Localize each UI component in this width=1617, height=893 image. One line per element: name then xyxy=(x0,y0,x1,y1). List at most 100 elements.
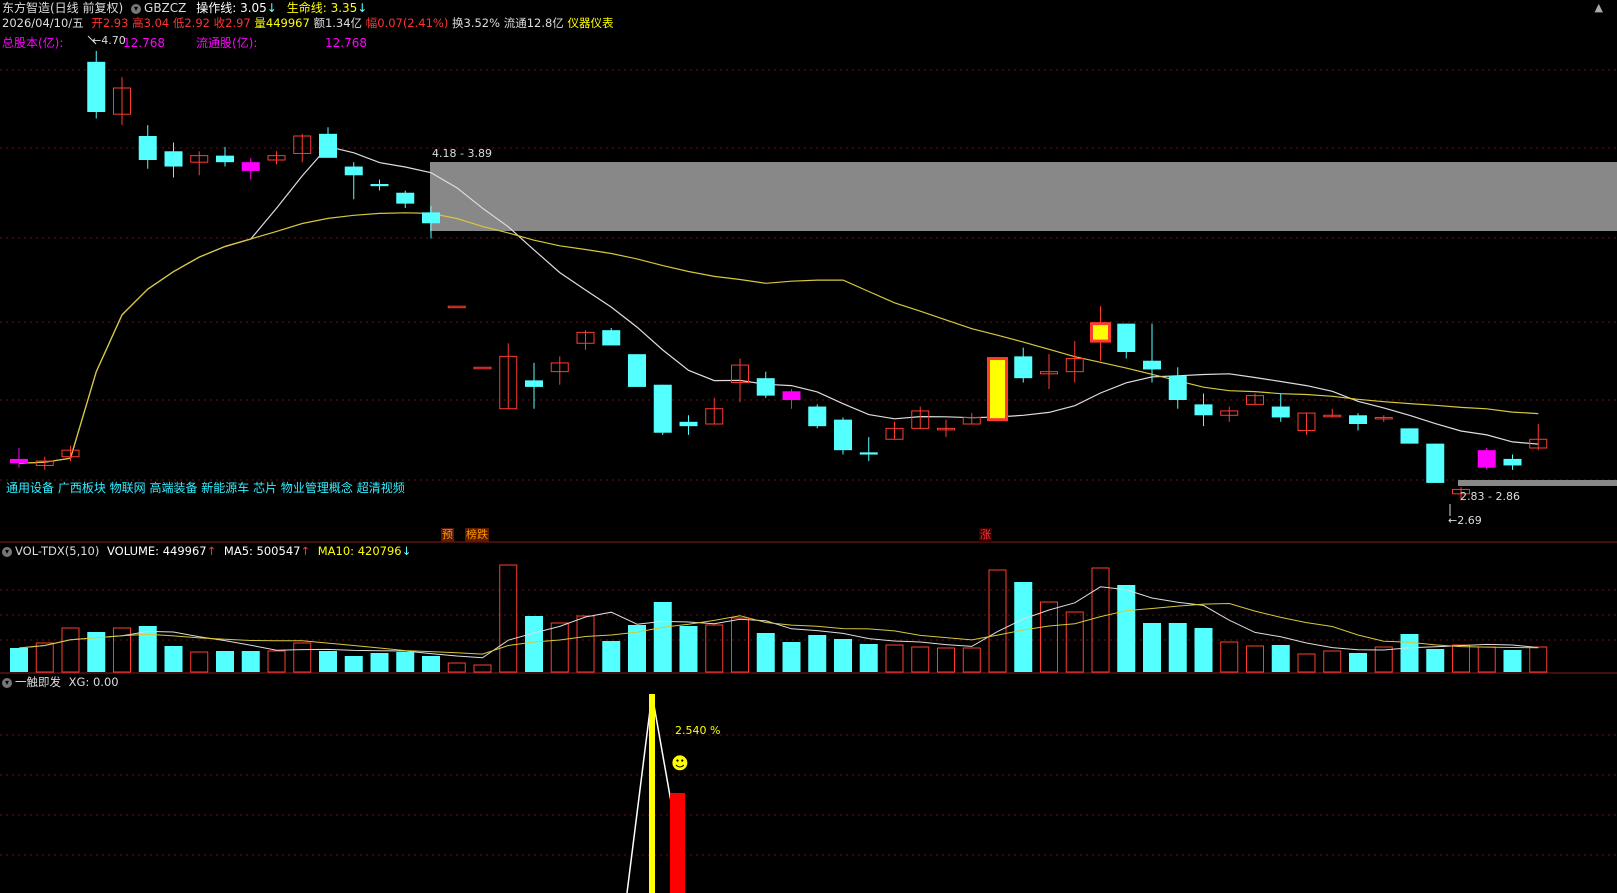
volume-bar xyxy=(319,651,337,672)
volume-bar xyxy=(525,616,543,672)
volume-bar xyxy=(35,642,54,673)
volume-bar xyxy=(1143,623,1161,672)
volume-bar xyxy=(1349,653,1367,672)
volume-arrow-icon: ↑ xyxy=(206,544,217,558)
volume-bar xyxy=(422,656,440,672)
volume-bar xyxy=(370,653,389,672)
signal-header: ▾ 一触即发 XG: 0.00 xyxy=(2,675,119,689)
volume-bar xyxy=(447,662,466,673)
volume-bar xyxy=(1220,641,1239,673)
tag-up[interactable]: 涨 xyxy=(979,528,992,542)
volume-bar xyxy=(962,647,981,673)
candle-body xyxy=(473,366,492,370)
volume-bar xyxy=(190,651,209,673)
ma5-value: 500547 xyxy=(256,544,301,558)
candle-body xyxy=(1194,404,1213,416)
candle-body xyxy=(344,166,363,176)
signal-red-bar xyxy=(670,793,685,893)
resistance-zone xyxy=(430,162,1617,231)
candle-body xyxy=(422,212,440,224)
candle-body xyxy=(653,384,672,433)
volume-bar xyxy=(756,633,775,672)
candle-body xyxy=(1477,450,1496,468)
candle-body xyxy=(10,458,28,464)
volume-bar xyxy=(834,639,852,672)
volume-bar xyxy=(1117,585,1136,672)
candle-body xyxy=(370,184,389,187)
volume-bar xyxy=(1271,645,1290,672)
candle-body xyxy=(1168,376,1187,400)
volume-bar xyxy=(911,646,930,673)
volume-ma-lines xyxy=(18,586,1539,659)
candle-body xyxy=(1014,356,1033,379)
volume-bar xyxy=(705,624,724,673)
signal-indicator-name[interactable]: 一触即发 xyxy=(15,675,61,689)
candlesticks xyxy=(10,50,1548,501)
ma10-value: 420796 xyxy=(357,544,402,558)
candle-body xyxy=(87,61,106,112)
volume-bar xyxy=(859,644,878,672)
volume-bar xyxy=(550,622,569,673)
volume-bar xyxy=(216,651,234,672)
signal-percent: 2.540 % xyxy=(675,724,721,737)
ma-yellow-line xyxy=(18,212,1539,464)
tag-pre[interactable]: 预 xyxy=(441,528,454,542)
candle-body xyxy=(808,406,827,427)
volume-bar xyxy=(1091,567,1110,673)
candle-body xyxy=(1271,406,1290,418)
candle-body xyxy=(628,354,646,387)
candle-body xyxy=(1117,323,1136,352)
volume-bar xyxy=(731,617,749,673)
volume-bar xyxy=(61,627,80,673)
candle-body xyxy=(216,155,234,163)
volume-bar xyxy=(808,635,827,672)
volume-bar xyxy=(576,615,595,673)
candle-body xyxy=(679,421,698,427)
dropdown-circle-icon[interactable]: ▾ xyxy=(2,677,12,688)
volume-bar xyxy=(1477,646,1496,673)
volume-header: ▾ VOL-TDX(5,10) VOLUME: 449967↑ MA5: 5005… xyxy=(2,544,411,558)
ma10-arrow-icon: ↓ xyxy=(401,544,412,558)
volume-label: VOLUME: xyxy=(107,544,160,558)
volume-bar xyxy=(499,564,518,673)
ma10-label: MA10: xyxy=(317,544,355,558)
volume-bar xyxy=(1400,634,1419,672)
volume-bar xyxy=(164,646,183,672)
candle-body xyxy=(396,192,415,204)
candle-body xyxy=(1090,322,1111,343)
candle-body xyxy=(525,380,543,387)
candle-body xyxy=(1349,415,1367,424)
volume-bar xyxy=(1194,628,1213,672)
volume-bar xyxy=(1503,650,1522,672)
candle-body xyxy=(241,162,260,171)
dropdown-circle-icon[interactable]: ▾ xyxy=(2,546,12,557)
volume-bar xyxy=(1374,646,1393,673)
volume-bar xyxy=(396,652,415,672)
zone-lower-label: 2.83 - 2.86 xyxy=(1460,490,1520,503)
volume-bar xyxy=(653,602,672,672)
candle-body xyxy=(602,330,621,346)
candle-body xyxy=(319,133,337,158)
kline-chart[interactable] xyxy=(0,0,1617,893)
volume-bar xyxy=(1426,649,1445,672)
candle-body xyxy=(1503,458,1522,466)
volume-bar xyxy=(344,656,363,672)
volume-bar xyxy=(1168,623,1187,672)
concept-tags[interactable]: 通用设备 广西板块 物联网 高端装备 新能源车 芯片 物业管理概念 超清视频 xyxy=(6,481,405,495)
volume-bar xyxy=(988,569,1007,673)
smiley-icon: ☻ xyxy=(671,754,689,774)
candle-body xyxy=(1143,360,1161,370)
candle-body xyxy=(164,151,183,167)
candle-body xyxy=(834,419,852,451)
volume-bar xyxy=(782,642,801,672)
volume-bar xyxy=(937,647,955,673)
volume-bars xyxy=(10,564,1548,673)
tag-rank[interactable]: 榜跌 xyxy=(465,528,489,542)
volume-bar xyxy=(679,626,698,672)
volume-bar xyxy=(602,641,621,672)
candle-body xyxy=(782,391,801,400)
volume-indicator-name[interactable]: VOL-TDX(5,10) xyxy=(15,544,99,558)
volume-ma5-line xyxy=(18,586,1539,659)
candle-body xyxy=(859,452,878,455)
ma5-arrow-icon: ↑ xyxy=(300,544,311,558)
